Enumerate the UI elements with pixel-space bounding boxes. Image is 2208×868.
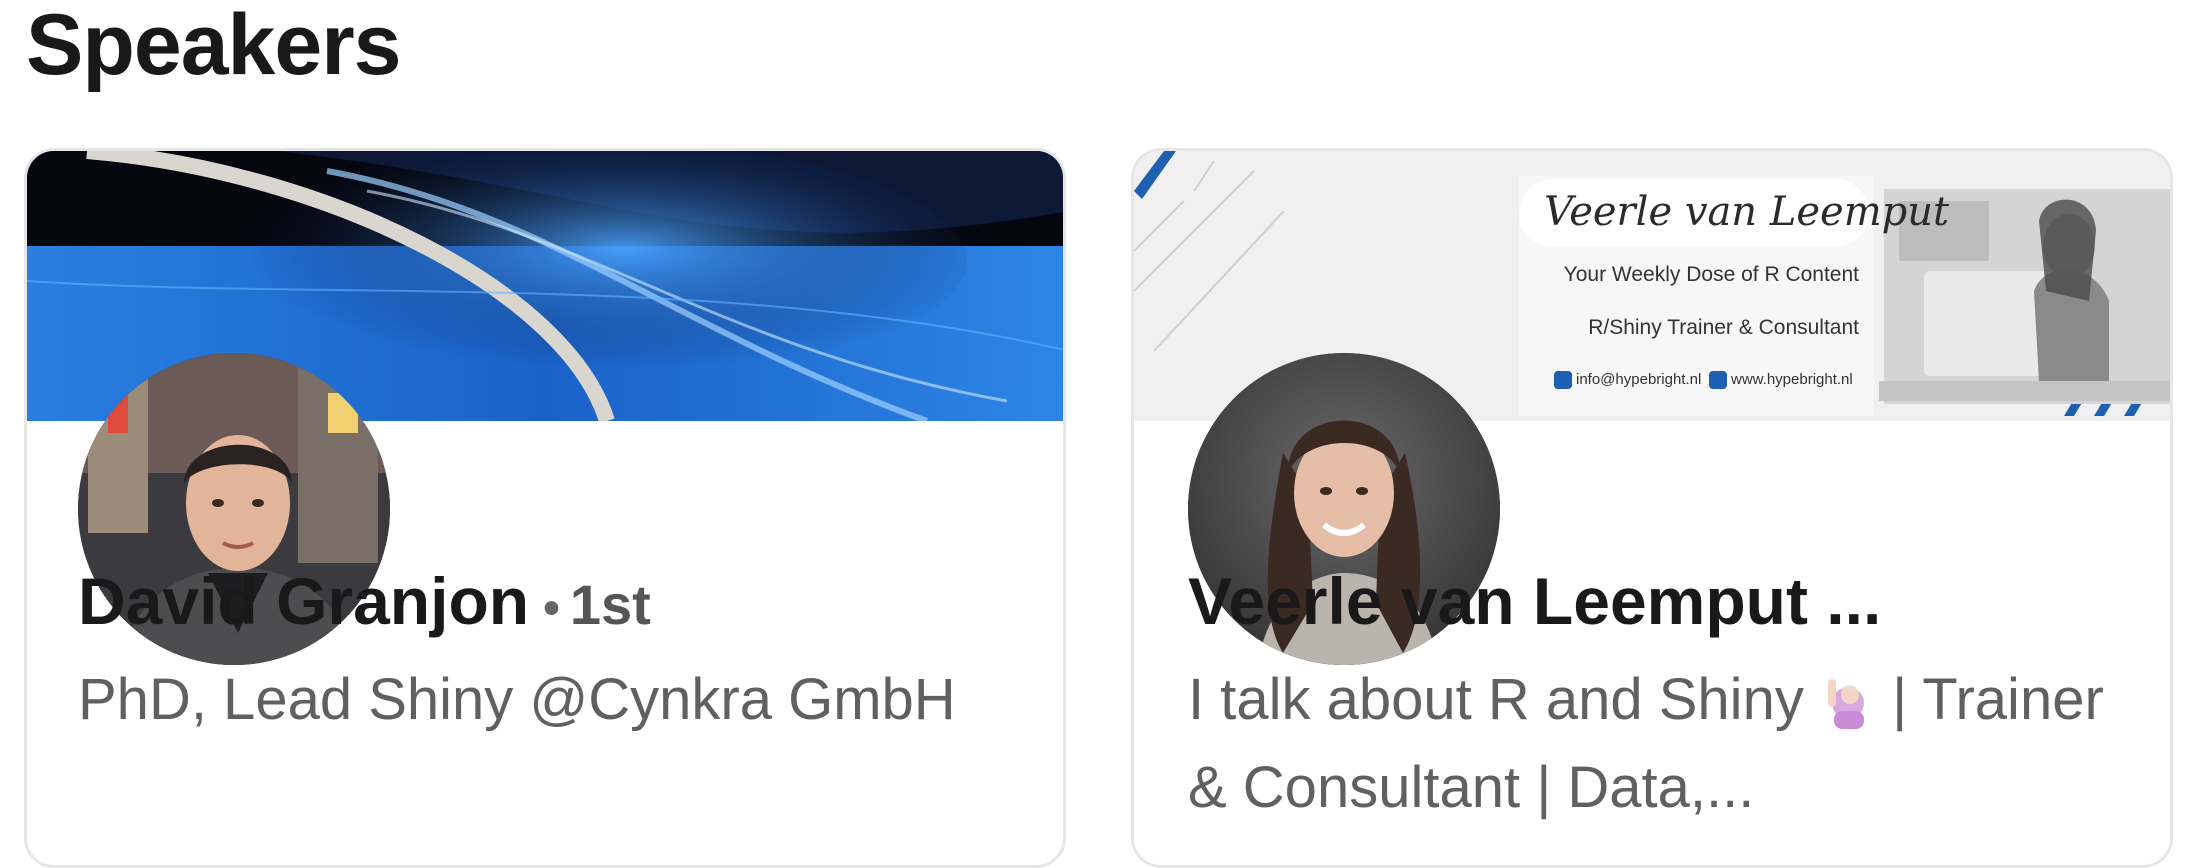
speaker-name-row[interactable]: David Granjon • 1st: [78, 561, 651, 649]
speaker-name[interactable]: David Granjon: [78, 564, 529, 638]
banner-signature: Veerle van Leemput: [1544, 189, 1950, 235]
speaker-card-veerle-van-leemput[interactable]: Veerle van Leemput Your Weekly Dose of R…: [1131, 148, 2173, 868]
woman-raising-hand-icon: [1820, 666, 1876, 729]
headline-part-1: I talk about R and Shiny: [1188, 667, 1804, 732]
speaker-card-david-granjon[interactable]: David Granjon • 1st PhD, Lead Shiny @Cynkr…: [24, 148, 1066, 868]
separator-dot: •: [543, 582, 560, 635]
speaker-name-row[interactable]: Veerle van Leemput ...: [1188, 561, 1881, 641]
connection-degree: 1st: [569, 573, 651, 636]
banner-tagline: Your Weekly Dose of R Content: [1563, 263, 1859, 286]
section-title: Speakers: [26, 0, 402, 93]
speaker-headline: I talk about R and Shiny | Trainer & Con…: [1188, 656, 2128, 832]
banner-role: R/Shiny Trainer & Consultant: [1588, 316, 1859, 339]
banner-website: www.hypebright.nl: [1731, 371, 1853, 388]
banner-email: info@hypebright.nl: [1576, 371, 1702, 388]
speaker-headline: PhD, Lead Shiny @Cynkra GmbH: [78, 667, 956, 732]
speaker-name[interactable]: Veerle van Leemput ...: [1188, 564, 1881, 638]
